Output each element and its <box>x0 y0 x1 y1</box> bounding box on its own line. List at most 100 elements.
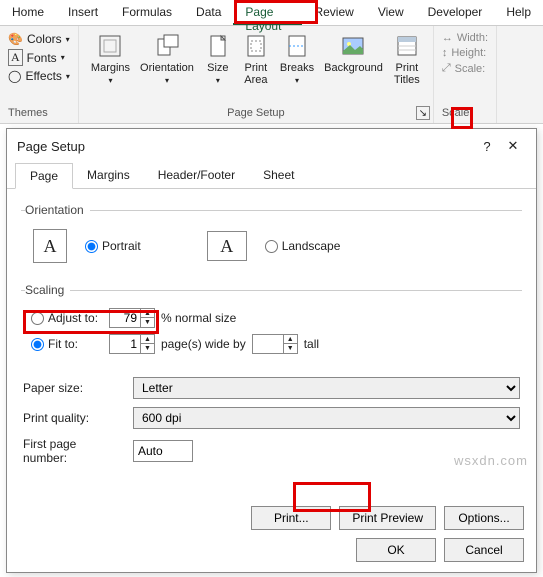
scale-label: Scale: <box>455 63 486 75</box>
portrait-radio[interactable]: Portrait <box>85 239 141 253</box>
print-titles-button[interactable]: Print Titles <box>389 30 425 88</box>
page-setup-launcher[interactable]: ↘ <box>416 106 430 120</box>
dlg-tab-sheet[interactable]: Sheet <box>249 163 308 188</box>
dlg-tab-margins[interactable]: Margins <box>73 163 144 188</box>
print-quality-select[interactable]: 600 dpi <box>133 407 520 429</box>
tab-formulas[interactable]: Formulas <box>110 0 184 25</box>
landscape-radio-input[interactable] <box>265 240 278 253</box>
tab-page-layout[interactable]: Page Layout <box>233 0 302 25</box>
group-scale: ↔ Width: ↕Height: ⤢ Scale: Scale <box>434 26 497 123</box>
scaling-legend: Scaling <box>25 283 70 297</box>
first-page-input[interactable] <box>133 440 193 462</box>
landscape-radio[interactable]: Landscape <box>265 239 341 253</box>
adjust-to-label: Adjust to: <box>48 311 98 325</box>
help-button[interactable]: ? <box>474 135 500 157</box>
orientation-fieldset: Orientation A Portrait A Landscape <box>21 203 522 271</box>
first-page-label: First page number: <box>23 437 123 465</box>
fit-to-radio-input[interactable] <box>31 338 44 351</box>
tab-home[interactable]: Home <box>0 0 56 25</box>
tab-developer[interactable]: Developer <box>416 0 495 25</box>
spin-down[interactable]: ▼ <box>141 318 154 327</box>
dialog-titlebar: Page Setup ? ✕ <box>7 129 536 163</box>
portrait-label: Portrait <box>102 239 141 253</box>
background-label: Background <box>324 62 383 74</box>
tab-insert[interactable]: Insert <box>56 0 110 25</box>
dialog-title-text: Page Setup <box>17 139 85 154</box>
margins-label: Margins <box>91 62 130 74</box>
watermark: wsxdn.com <box>454 453 528 468</box>
orientation-legend: Orientation <box>25 203 90 217</box>
orientation-button[interactable]: Orientation▾ <box>136 30 198 88</box>
landscape-icon: A <box>207 231 247 261</box>
dlg-tab-page[interactable]: Page <box>15 163 73 189</box>
fit-wide-input[interactable] <box>110 337 140 351</box>
adjust-to-suffix: % normal size <box>161 311 236 325</box>
ribbon-tabs: Home Insert Formulas Data Page Layout Re… <box>0 0 543 26</box>
background-icon <box>339 32 367 60</box>
options-button[interactable]: Options... <box>444 506 524 530</box>
fit-tall-spinner[interactable]: ▲▼ <box>252 334 298 354</box>
tab-data[interactable]: Data <box>184 0 233 25</box>
fonts-label: Fonts <box>27 51 57 65</box>
cancel-button[interactable]: Cancel <box>444 538 524 562</box>
spin-up[interactable]: ▲ <box>284 335 297 344</box>
effects-icon: ◯ <box>8 69 21 83</box>
fonts-icon: A <box>8 49 23 66</box>
breaks-button[interactable]: Breaks▾ <box>276 30 318 88</box>
margins-button[interactable]: Margins▾ <box>87 30 134 88</box>
portrait-icon: A <box>33 229 67 263</box>
scale-width[interactable]: ↔ Width: <box>442 32 488 44</box>
colors-icon: 🎨 <box>8 32 23 46</box>
background-button[interactable]: Background <box>320 30 387 88</box>
print-area-icon <box>242 32 270 60</box>
paper-size-select[interactable]: Letter <box>133 377 520 399</box>
dlg-tab-header-footer[interactable]: Header/Footer <box>144 163 249 188</box>
ok-button[interactable]: OK <box>356 538 436 562</box>
height-label: Height: <box>451 47 486 59</box>
page-setup-group-label: Page Setup <box>227 107 285 121</box>
orientation-label: Orientation <box>140 62 194 74</box>
spin-down[interactable]: ▼ <box>141 344 154 353</box>
fit-mid-label: page(s) wide by <box>161 337 246 351</box>
size-button[interactable]: Size▾ <box>200 30 236 88</box>
ribbon-body: 🎨 Colors▾ A Fonts▾ ◯ Effects▾ Themes Mar… <box>0 26 543 124</box>
landscape-label: Landscape <box>282 239 341 253</box>
fit-tall-input[interactable] <box>253 337 283 351</box>
margins-icon <box>96 32 124 60</box>
adjust-to-input[interactable] <box>110 311 140 325</box>
group-page-setup: Margins▾ Orientation▾ Size▾ Print Area B… <box>79 26 434 123</box>
tab-view[interactable]: View <box>366 0 416 25</box>
spin-up[interactable]: ▲ <box>141 335 154 344</box>
tab-help[interactable]: Help <box>494 0 543 25</box>
scaling-fieldset: Scaling Adjust to: ▲▼ % normal size Fit … <box>21 283 522 361</box>
scale-scale[interactable]: ⤢ Scale: <box>442 62 488 75</box>
breaks-icon <box>283 32 311 60</box>
tab-review[interactable]: Review <box>302 0 365 25</box>
width-label: Width: <box>457 32 488 44</box>
dialog-body: Orientation A Portrait A Landscape Scali… <box>7 189 536 479</box>
colors-menu[interactable]: 🎨 Colors▾ <box>8 32 70 46</box>
scale-group-label: Scale <box>442 107 470 121</box>
print-button[interactable]: Print... <box>251 506 331 530</box>
fonts-menu[interactable]: A Fonts▾ <box>8 49 70 66</box>
scale-height[interactable]: ↕Height: <box>442 47 488 59</box>
adjust-to-spinner[interactable]: ▲▼ <box>109 308 155 328</box>
scale-icon: ⤢ <box>442 62 451 75</box>
fit-wide-spinner[interactable]: ▲▼ <box>109 334 155 354</box>
print-area-button[interactable]: Print Area <box>238 30 274 88</box>
adjust-to-radio[interactable]: Adjust to: <box>31 311 103 325</box>
close-button[interactable]: ✕ <box>500 135 526 157</box>
dialog-tabs: Page Margins Header/Footer Sheet <box>7 163 536 189</box>
portrait-radio-input[interactable] <box>85 240 98 253</box>
effects-menu[interactable]: ◯ Effects▾ <box>8 69 70 83</box>
size-label: Size <box>207 62 228 74</box>
width-icon: ↔ <box>442 32 453 44</box>
print-area-label: Print Area <box>244 62 267 86</box>
fit-to-radio[interactable]: Fit to: <box>31 337 103 351</box>
spin-up[interactable]: ▲ <box>141 309 154 318</box>
paper-size-label: Paper size: <box>23 381 123 395</box>
adjust-to-radio-input[interactable] <box>31 312 44 325</box>
size-icon <box>204 32 232 60</box>
print-preview-button[interactable]: Print Preview <box>339 506 436 530</box>
spin-down[interactable]: ▼ <box>284 344 297 353</box>
